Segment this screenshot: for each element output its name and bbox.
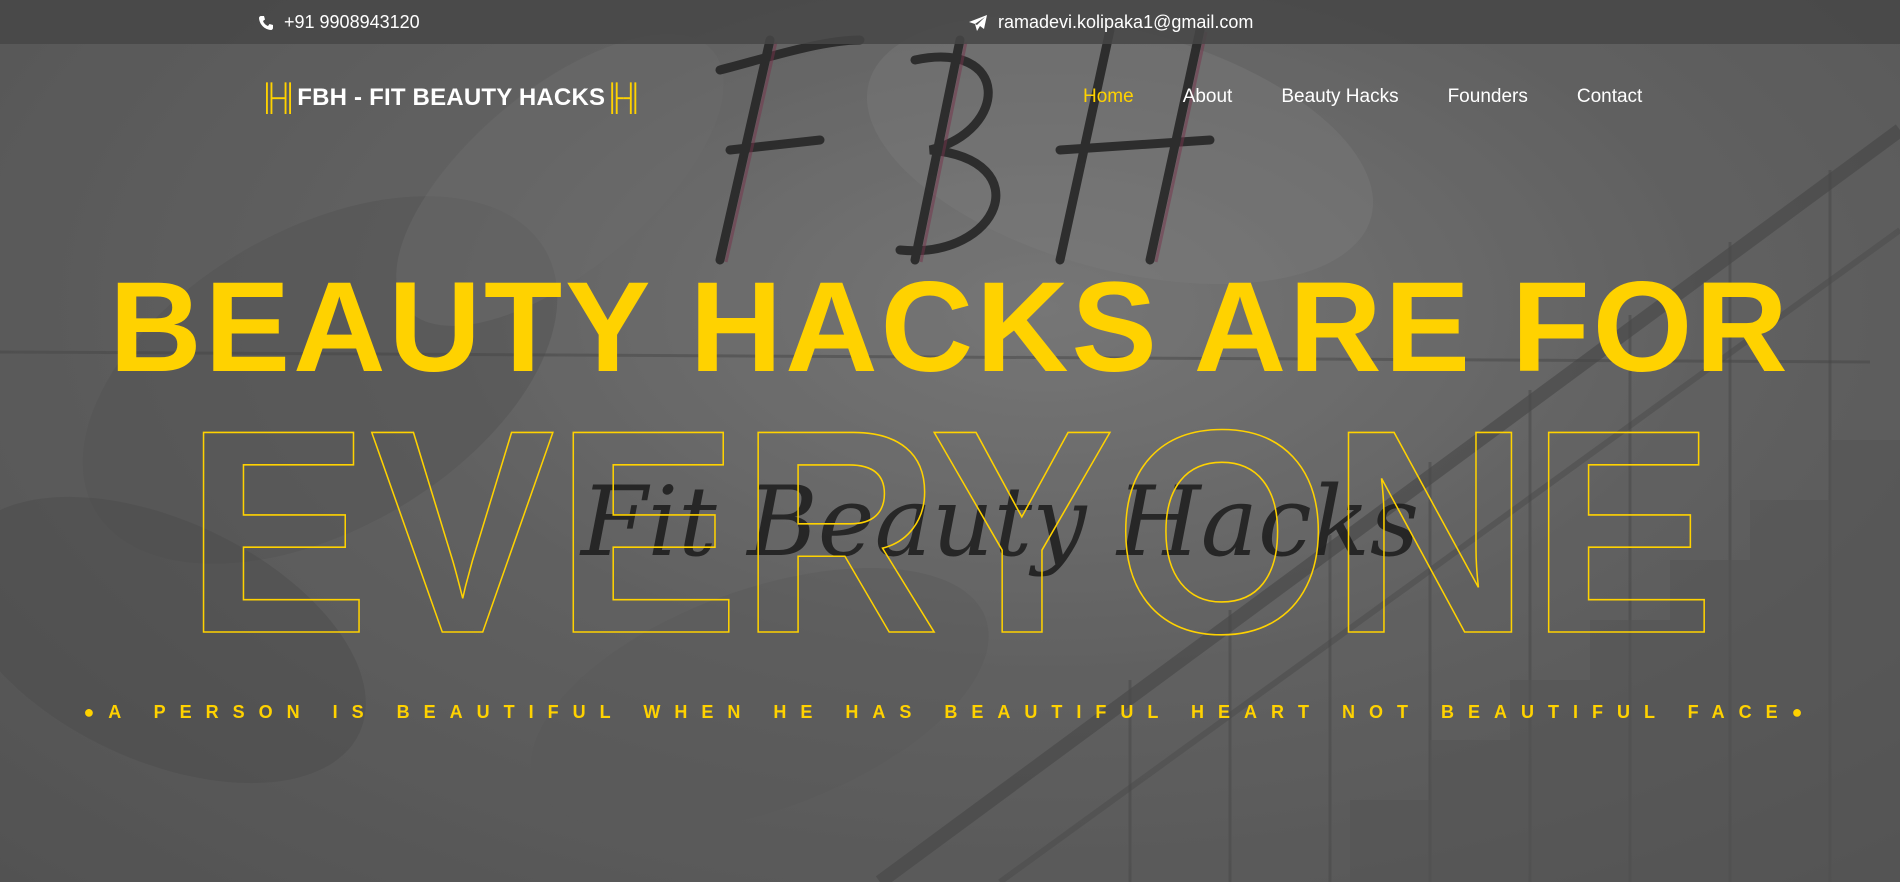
brand-logo-link[interactable]: ╟╢ FBH - FIT BEAUTY HACKS ╟╢ [260,82,642,113]
nav-menu: Home About Beauty Hacks Founders Contact [1083,86,1642,108]
dumbbell-icon: ╟╢ [605,82,643,112]
phone-number: +91 9908943120 [284,12,420,32]
paper-plane-icon [968,14,988,32]
nav-item-about[interactable]: About [1183,86,1233,108]
email-contact[interactable]: ramadevi.kolipaka1@gmail.com [968,12,1253,33]
nav-item-home[interactable]: Home [1083,86,1134,108]
nav-item-contact[interactable]: Contact [1577,86,1642,108]
phone-contact[interactable]: +91 9908943120 [258,12,420,33]
outline-everyone: EVERYONE [185,390,1715,660]
hero-headline: BEAUTY HACKS ARE FOR [109,256,1791,399]
nav-item-beauty-hacks[interactable]: Beauty Hacks [1281,86,1398,108]
phone-icon [258,15,274,31]
hero-outline-word: Fit Beauty Hacks EVERYONE [184,390,1716,660]
hero-tagline: ●A PERSON IS BEAUTIFUL WHEN HE HAS BEAUT… [83,702,1817,722]
main-navbar: ╟╢ FBH - FIT BEAUTY HACKS ╟╢ Home About … [0,44,1900,148]
dumbbell-icon: ╟╢ [260,82,298,112]
brand-name: FBH - FIT BEAUTY HACKS [297,83,606,111]
top-contact-bar: +91 9908943120 ramadevi.kolipaka1@gmail.… [0,0,1900,44]
page: +91 9908943120 ramadevi.kolipaka1@gmail.… [0,0,1900,882]
nav-item-founders[interactable]: Founders [1448,86,1528,108]
email-address: ramadevi.kolipaka1@gmail.com [998,12,1254,32]
